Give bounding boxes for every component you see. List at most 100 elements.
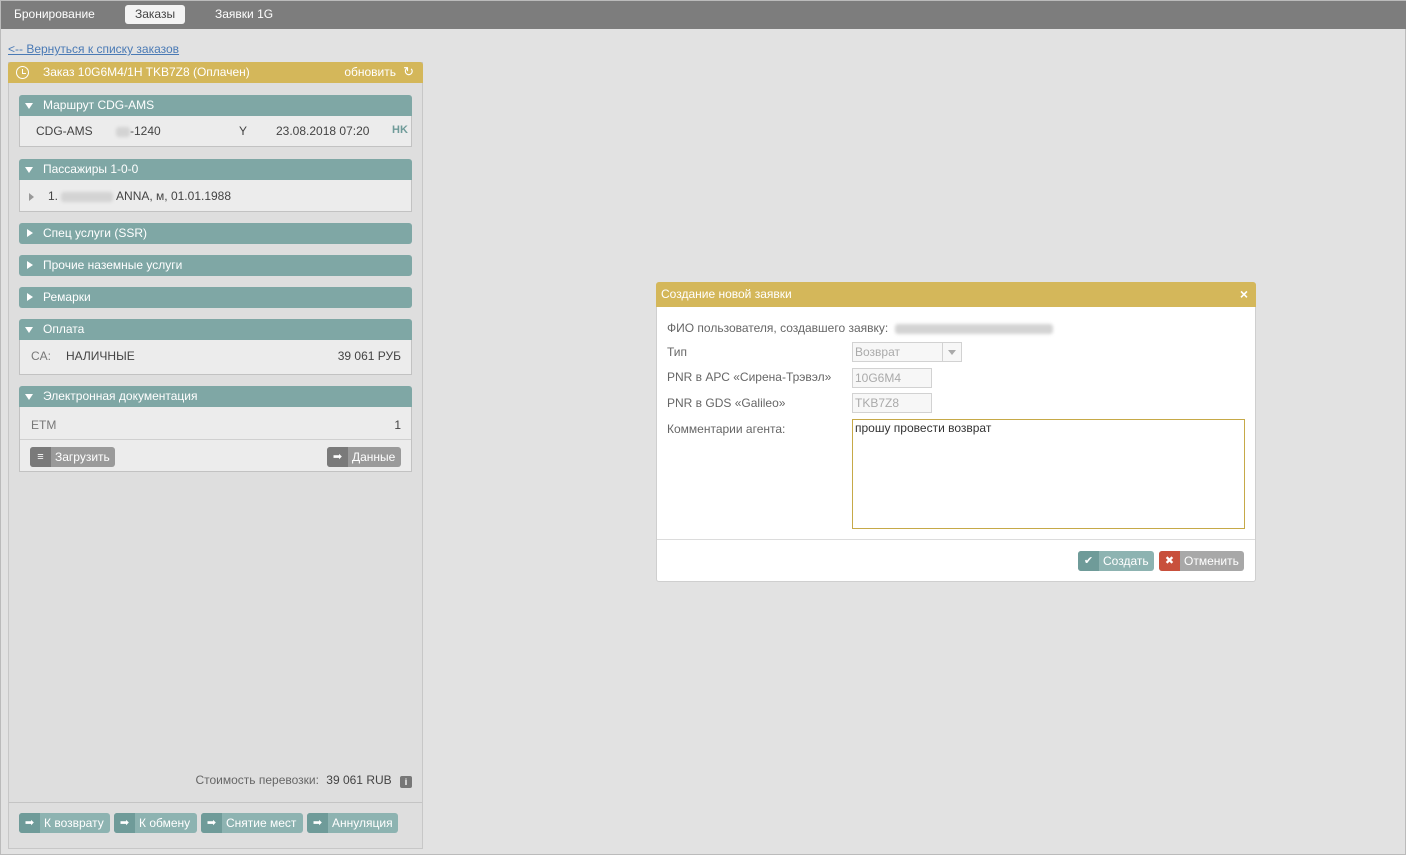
- passenger-number: 1.: [48, 189, 59, 203]
- comment-textarea[interactable]: прошу провести возврат: [852, 419, 1245, 529]
- collapse-icon: [25, 103, 33, 109]
- route-section: Маршрут CDG-AMS CDG-AMS -1240 Y 23.08.20…: [19, 95, 412, 147]
- ssr-section: Спец услуги (SSR): [19, 223, 412, 244]
- arrow-right-icon: ➡: [114, 813, 135, 833]
- arrow-right-icon: ➡: [201, 813, 222, 833]
- data-button-label: Данные: [352, 450, 396, 464]
- dialog-divider: [657, 539, 1255, 540]
- order-header: Заказ 10G6M4/1H TKB7Z8 (Оплачен) обновит…: [8, 62, 423, 83]
- passengers-section-body: 1. ANNA, м, 01.01.1988: [19, 180, 412, 212]
- clock-icon: [16, 66, 29, 79]
- route-section-header[interactable]: Маршрут CDG-AMS: [19, 95, 412, 116]
- passengers-section-title: Пассажиры 1-0-0: [43, 162, 139, 176]
- route-section-body: CDG-AMS -1240 Y 23.08.2018 07:20 HK: [19, 116, 412, 147]
- void-button[interactable]: ➡ Аннуляция: [307, 813, 398, 833]
- arrow-right-icon: ➡: [327, 447, 348, 467]
- creator-label: ФИО пользователя, создавшего заявку:: [667, 321, 889, 335]
- new-request-dialog: Создание новой заявки × ФИО пользователя…: [656, 282, 1256, 582]
- refresh-link[interactable]: обновить: [344, 65, 396, 79]
- passengers-section: Пассажиры 1-0-0 1. ANNA, м, 01.01.1988: [19, 159, 412, 212]
- pnr-gds-field[interactable]: TKB7Z8: [852, 393, 932, 413]
- expand-icon: [27, 261, 33, 269]
- arrow-right-icon: ➡: [307, 813, 328, 833]
- dialog-title: Создание новой заявки: [661, 287, 792, 301]
- edocs-section-header[interactable]: Электронная документация: [19, 386, 412, 407]
- ground-services-section-header[interactable]: Прочие наземные услуги: [19, 255, 412, 276]
- data-button[interactable]: ➡ Данные: [327, 447, 401, 467]
- passengers-section-header[interactable]: Пассажиры 1-0-0: [19, 159, 412, 180]
- cost-label: Стоимость перевозки:: [195, 773, 319, 787]
- expand-icon: [27, 293, 33, 301]
- top-nav: Бронирование Заказы Заявки 1G: [1, 1, 1406, 29]
- nav-orders[interactable]: Заказы: [125, 5, 186, 24]
- create-button-label: Создать: [1103, 554, 1149, 568]
- route-section-title: Маршрут CDG-AMS: [43, 98, 155, 112]
- redacted-creator-name: [895, 324, 1053, 334]
- arrow-right-icon: ➡: [19, 813, 40, 833]
- refund-button[interactable]: ➡ К возврату: [19, 813, 110, 833]
- create-button[interactable]: ✔ Создать: [1078, 551, 1154, 571]
- ssr-section-title: Спец услуги (SSR): [43, 226, 147, 240]
- payment-method: НАЛИЧНЫЕ: [66, 349, 135, 363]
- pnr-apc-field[interactable]: 10G6M4: [852, 368, 932, 388]
- segment-status: HK: [392, 124, 408, 136]
- dialog-header: Создание новой заявки ×: [656, 282, 1256, 307]
- edoc-count: 1: [394, 418, 401, 432]
- passenger-row[interactable]: 1. ANNA, м, 01.01.1988: [48, 189, 231, 203]
- type-select-value: Возврат: [855, 345, 900, 359]
- ssr-section-header[interactable]: Спец услуги (SSR): [19, 223, 412, 244]
- check-icon: ✔: [1078, 551, 1099, 571]
- payment-section-body: CA: НАЛИЧНЫЕ 39 061 РУБ: [19, 340, 412, 375]
- expand-passenger-icon[interactable]: [29, 193, 34, 201]
- upload-button-label: Загрузить: [55, 450, 110, 464]
- segment-route: CDG-AMS: [36, 124, 93, 138]
- payment-section-title: Оплата: [43, 322, 85, 336]
- app-frame: Бронирование Заказы Заявки 1G <-- Вернут…: [0, 0, 1406, 855]
- collapse-icon: [25, 327, 33, 333]
- order-panel: Заказ 10G6M4/1H TKB7Z8 (Оплачен) обновит…: [8, 62, 423, 849]
- pnr-gds-label: PNR в GDS «Galileo»: [667, 396, 786, 410]
- close-icon[interactable]: ×: [1240, 286, 1248, 302]
- remarks-section: Ремарки: [19, 287, 412, 308]
- cancel-seats-button[interactable]: ➡ Снятие мест: [201, 813, 303, 833]
- remarks-section-header[interactable]: Ремарки: [19, 287, 412, 308]
- nav-requests-1g[interactable]: Заявки 1G: [205, 5, 283, 24]
- upload-button[interactable]: ≡ Загрузить: [30, 447, 115, 467]
- type-select[interactable]: Возврат: [852, 342, 962, 362]
- edocs-section-title: Электронная документация: [43, 389, 198, 403]
- close-icon: ✖: [1159, 551, 1180, 571]
- pnr-apc-label: PNR в АРС «Сирена-Трэвэл»: [667, 370, 832, 384]
- payment-section-header[interactable]: Оплата: [19, 319, 412, 340]
- nav-booking[interactable]: Бронирование: [4, 5, 105, 24]
- edoc-type: ETM: [31, 418, 57, 432]
- cost-value: 39 061 RUB: [326, 773, 392, 787]
- cancel-button[interactable]: ✖ Отменить: [1159, 551, 1244, 571]
- ground-services-section-title: Прочие наземные услуги: [43, 258, 183, 272]
- exchange-button[interactable]: ➡ К обмену: [114, 813, 197, 833]
- segment-datetime: 23.08.2018 07:20: [276, 124, 370, 138]
- type-label: Тип: [667, 345, 688, 359]
- edocs-section: Электронная документация ETM 1 ≡ Загрузи…: [19, 386, 412, 472]
- back-to-orders-link[interactable]: <-- Вернуться к списку заказов: [8, 42, 179, 56]
- refresh-icon[interactable]: ↻: [403, 65, 414, 79]
- cancel-seats-button-label: Снятие мест: [226, 816, 297, 830]
- void-button-label: Аннуляция: [332, 816, 393, 830]
- redacted-carrier: [116, 126, 130, 137]
- redacted-surname: [61, 191, 114, 202]
- segment-class: Y: [239, 124, 248, 138]
- actions-divider: [9, 802, 422, 803]
- payment-code: CA:: [31, 349, 52, 363]
- segment-flight-number: -1240: [130, 124, 161, 138]
- info-icon[interactable]: i: [400, 776, 412, 788]
- edocs-divider: [20, 439, 411, 440]
- ground-services-section: Прочие наземные услуги: [19, 255, 412, 276]
- cancel-button-label: Отменить: [1184, 554, 1239, 568]
- expand-icon: [27, 229, 33, 237]
- refund-button-label: К возврату: [44, 816, 104, 830]
- comment-label: Комментарии агента:: [667, 422, 786, 436]
- collapse-icon: [25, 167, 33, 173]
- segment-flight: -1240: [116, 124, 161, 138]
- exchange-button-label: К обмену: [139, 816, 191, 830]
- collapse-icon: [25, 394, 33, 400]
- transport-cost: Стоимость перевозки: 39 061 RUB i: [195, 773, 412, 788]
